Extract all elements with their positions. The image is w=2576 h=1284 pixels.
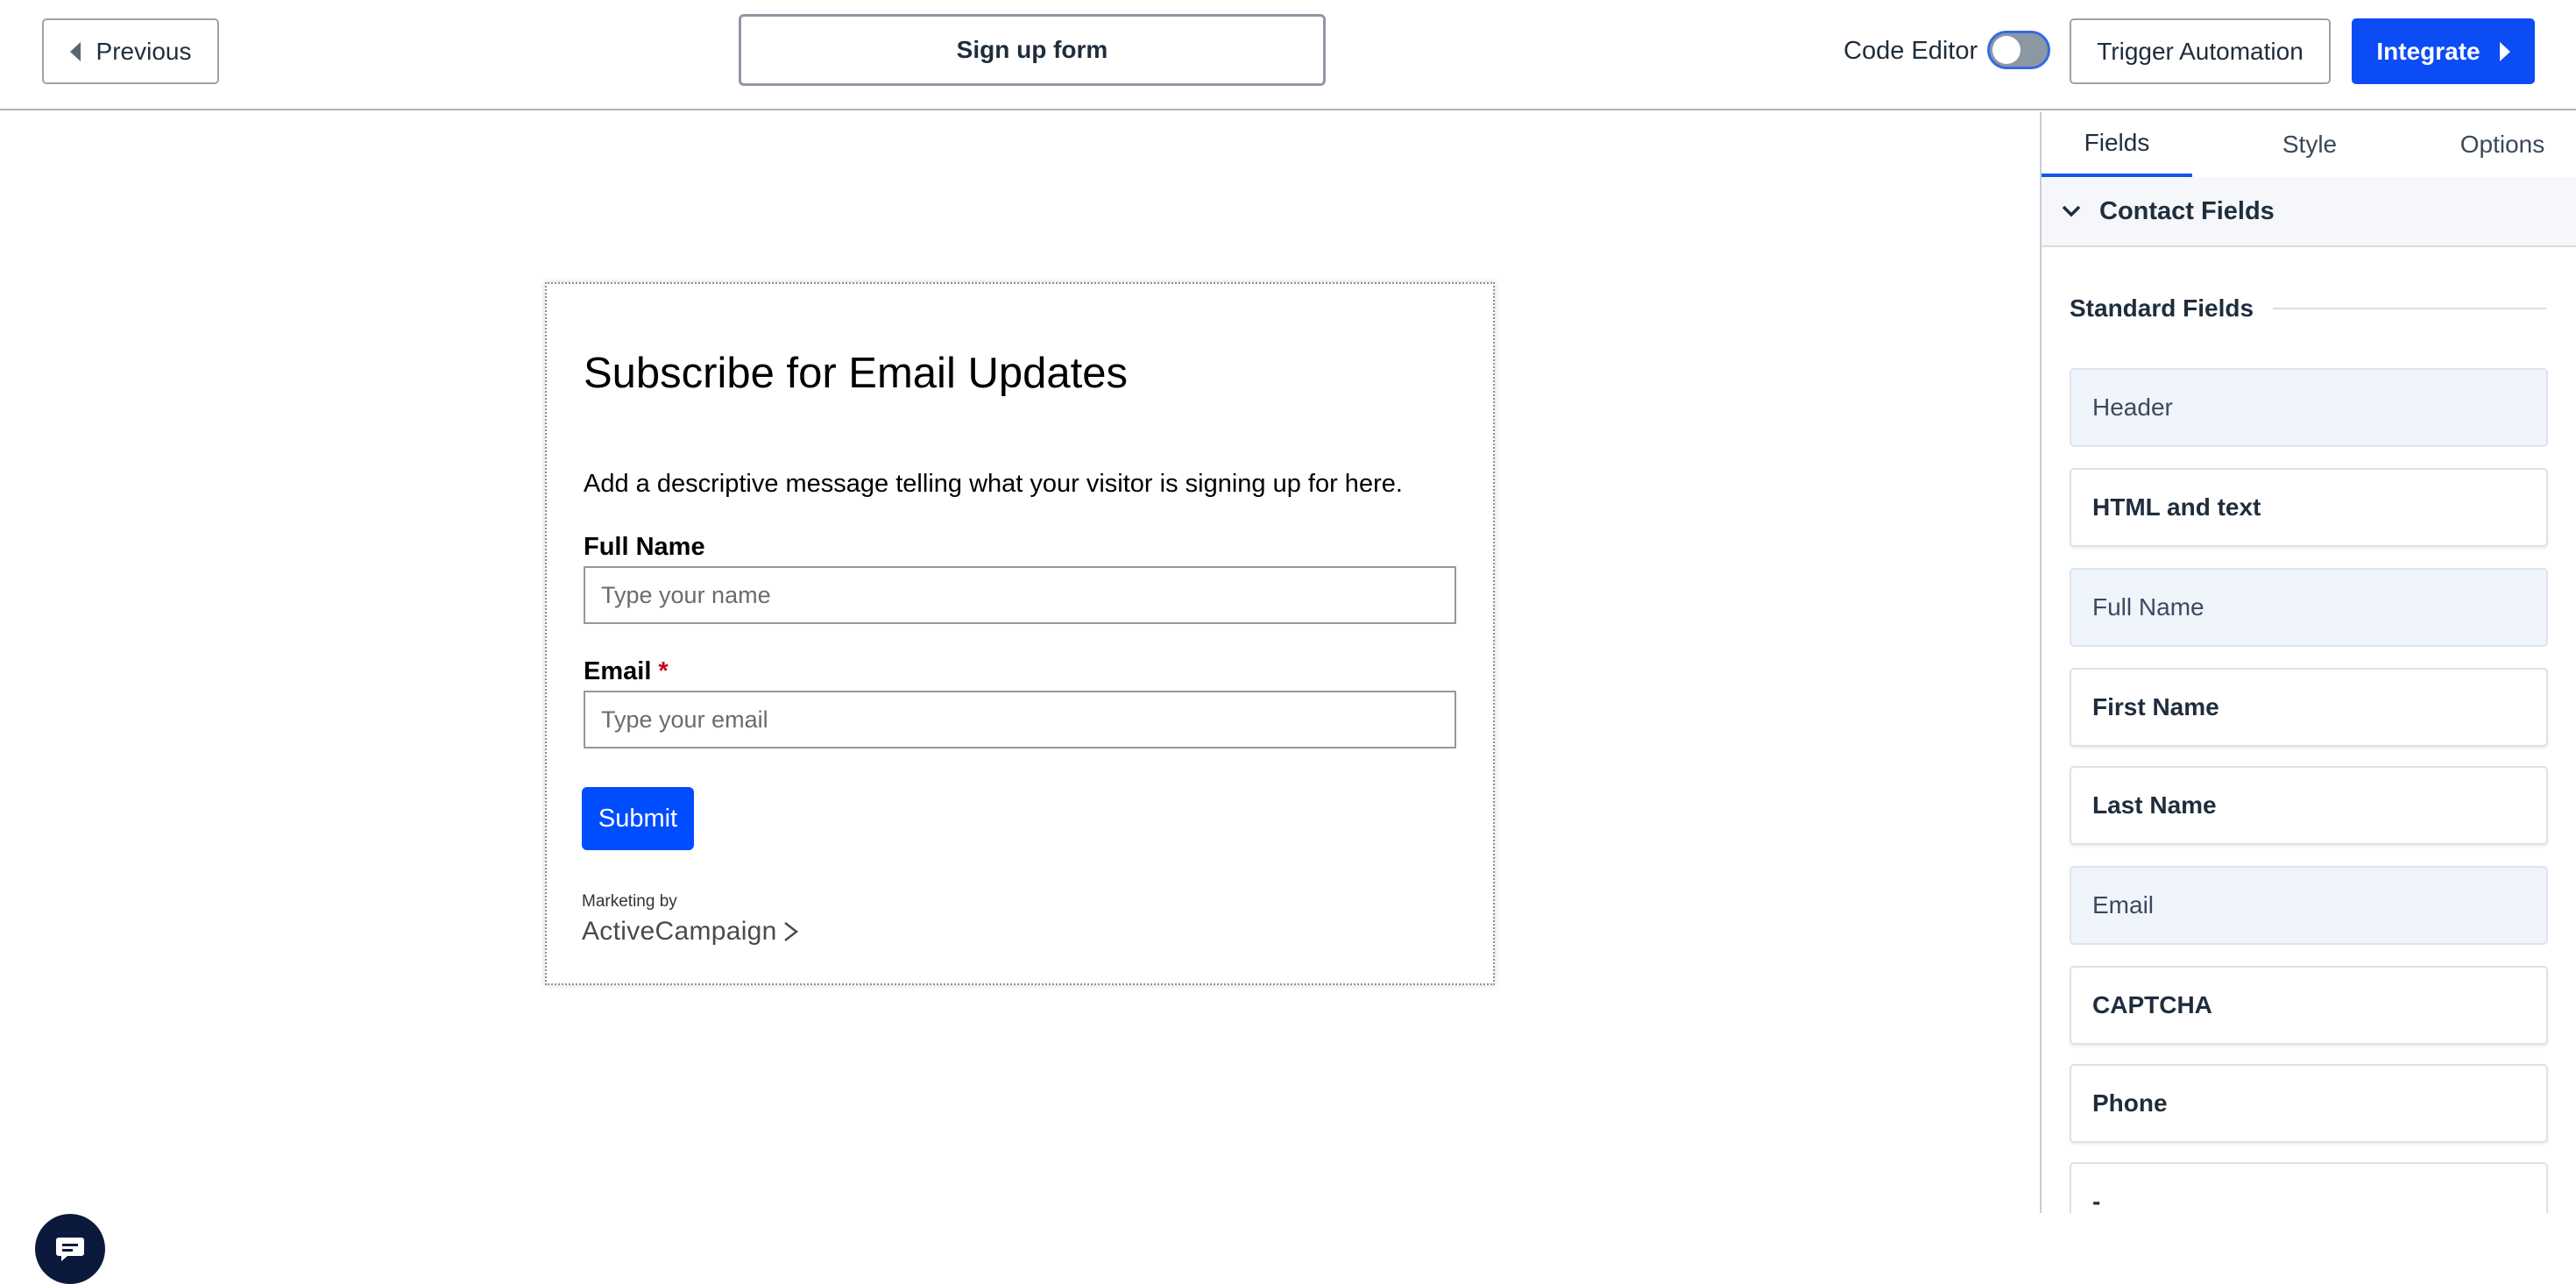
- field-item-captcha[interactable]: CAPTCHA: [2070, 966, 2548, 1045]
- field-item-label: Phone: [2092, 1089, 2168, 1117]
- trigger-automation-label: Trigger Automation: [2097, 37, 2304, 65]
- chevron-down-icon: [2062, 205, 2081, 217]
- submit-button[interactable]: Submit: [582, 787, 694, 850]
- tab-options[interactable]: Options: [2427, 112, 2576, 177]
- email-input[interactable]: [584, 691, 1456, 748]
- field-item-first-name[interactable]: First Name: [2070, 668, 2548, 747]
- brand-name: ActiveCampaign: [582, 917, 777, 946]
- integrate-label: Integrate: [2376, 37, 2480, 65]
- divider: [2273, 308, 2546, 309]
- field-item-label: -: [2092, 1188, 2101, 1213]
- trigger-automation-button[interactable]: Trigger Automation: [2070, 18, 2331, 84]
- field-item-full-name[interactable]: Full Name: [2070, 568, 2548, 647]
- field-item-label: First Name: [2092, 693, 2219, 720]
- required-asterisk: *: [658, 657, 669, 685]
- field-item-label: Full Name: [2092, 593, 2204, 621]
- email-label: Email *: [584, 657, 669, 686]
- toggle-knob: [1992, 36, 2020, 64]
- tab-fields[interactable]: Fields: [2042, 112, 2192, 177]
- activecampaign-logo[interactable]: ActiveCampaign: [582, 917, 800, 947]
- caret-left-icon: [69, 41, 81, 61]
- full-name-input[interactable]: [584, 566, 1456, 624]
- field-item-partial[interactable]: -: [2070, 1162, 2548, 1213]
- standard-fields-heading: Standard Fields: [2070, 294, 2546, 323]
- field-item-email[interactable]: Email: [2070, 866, 2548, 945]
- field-item-label: Last Name: [2092, 791, 2217, 819]
- previous-button[interactable]: Previous: [42, 18, 219, 84]
- powered-by-text: Marketing by: [582, 892, 677, 911]
- chat-launcher[interactable]: [35, 1214, 105, 1284]
- tab-fields-label: Fields: [2084, 129, 2150, 156]
- field-item-html-text[interactable]: HTML and text: [2070, 468, 2548, 547]
- field-item-label: HTML and text: [2092, 493, 2261, 521]
- contact-fields-section[interactable]: Contact Fields: [2042, 177, 2576, 247]
- form-description[interactable]: Add a descriptive message telling what y…: [584, 470, 1403, 499]
- field-item-label: CAPTCHA: [2092, 991, 2212, 1018]
- email-label-text: Email: [584, 657, 652, 685]
- form-name-text: Sign up form: [956, 36, 1108, 63]
- field-item-last-name[interactable]: Last Name: [2070, 766, 2548, 845]
- code-editor-toggle[interactable]: [1987, 31, 2050, 69]
- form-canvas: Subscribe for Email Updates Add a descri…: [0, 112, 2040, 1284]
- top-bar: Previous Sign up form Code Editor Trigge…: [0, 0, 2576, 110]
- chevron-right-icon: [783, 922, 798, 941]
- submit-label: Submit: [598, 804, 678, 833]
- full-name-label: Full Name: [584, 533, 705, 562]
- tab-style-label: Style: [2282, 131, 2338, 158]
- previous-label: Previous: [96, 37, 192, 65]
- fields-panel: Fields Style Options Contact Fields Stan…: [2040, 112, 2576, 1213]
- field-item-phone[interactable]: Phone: [2070, 1064, 2548, 1143]
- tab-options-label: Options: [2459, 131, 2545, 158]
- full-name-label-text: Full Name: [584, 533, 705, 561]
- tab-style[interactable]: Style: [2234, 112, 2385, 177]
- form-name-field[interactable]: Sign up form: [739, 14, 1326, 86]
- form-title[interactable]: Subscribe for Email Updates: [584, 349, 1128, 398]
- standard-fields-label: Standard Fields: [2070, 294, 2254, 322]
- section-label: Contact Fields: [2099, 196, 2275, 225]
- chat-icon: [56, 1238, 84, 1261]
- caret-right-icon: [2499, 41, 2510, 61]
- form-preview[interactable]: Subscribe for Email Updates Add a descri…: [545, 282, 1495, 985]
- field-item-label: Header: [2092, 394, 2173, 421]
- panel-tabs: Fields Style Options: [2042, 112, 2576, 177]
- integrate-button[interactable]: Integrate: [2352, 18, 2535, 84]
- field-item-label: Email: [2092, 891, 2155, 919]
- field-item-header[interactable]: Header: [2070, 368, 2548, 447]
- code-editor-label: Code Editor: [1844, 37, 1978, 65]
